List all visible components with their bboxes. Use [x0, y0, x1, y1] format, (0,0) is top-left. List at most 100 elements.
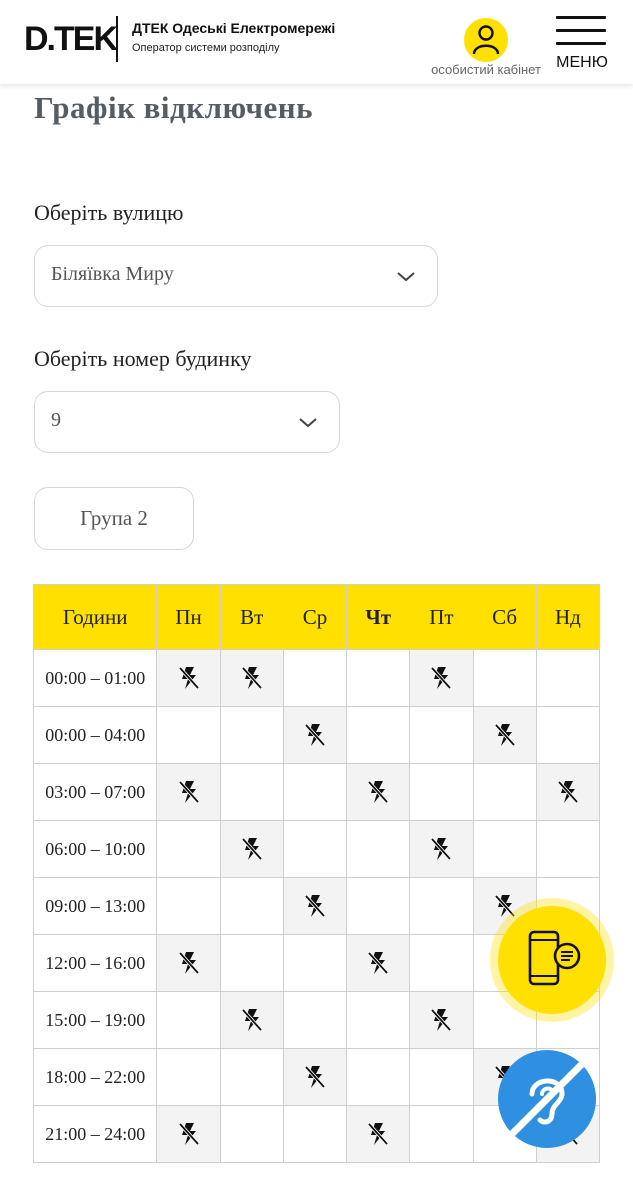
power-on-cell	[282, 763, 348, 821]
accessibility-button[interactable]	[498, 1050, 596, 1148]
no-power-icon	[241, 666, 263, 690]
no-power-icon	[430, 837, 452, 861]
time-slot-cell: 00:00 – 04:00	[32, 706, 158, 764]
street-label: Оберіть вулицю	[34, 200, 184, 225]
schedule-row: 03:00 – 07:00	[32, 763, 601, 821]
power-on-cell	[156, 820, 221, 878]
power-on-cell	[282, 649, 348, 707]
outage-cell	[282, 877, 348, 935]
no-power-icon	[367, 951, 389, 975]
no-power-icon	[367, 1122, 389, 1146]
power-on-cell	[282, 820, 348, 878]
no-power-icon	[367, 780, 389, 804]
time-slot-cell: 21:00 – 24:00	[32, 1105, 158, 1163]
house-label: Оберіть номер будинку	[34, 346, 252, 371]
logo-divider	[116, 16, 118, 62]
schedule-header-row: Години Пн Вт Ср Чт Пт Сб Нд	[32, 584, 601, 650]
power-on-cell	[219, 763, 284, 821]
no-power-icon	[178, 951, 200, 975]
power-on-cell	[219, 1048, 284, 1106]
power-on-cell	[282, 1105, 348, 1163]
outage-cell	[156, 763, 221, 821]
outage-cell	[219, 820, 284, 878]
no-power-icon	[304, 723, 326, 747]
time-slot-cell: 03:00 – 07:00	[32, 763, 158, 821]
power-on-cell	[472, 763, 537, 821]
power-on-cell	[219, 877, 284, 935]
power-on-cell	[346, 1048, 411, 1106]
no-power-icon	[241, 1008, 263, 1032]
time-slot-cell: 12:00 – 16:00	[32, 934, 158, 992]
day-header: Сб	[472, 584, 537, 650]
outage-cell	[156, 649, 221, 707]
menu-label: МЕНЮ	[556, 54, 608, 71]
no-power-icon	[430, 666, 452, 690]
outage-cell	[282, 706, 348, 764]
street-select[interactable]: Біляївка Миру	[34, 245, 438, 307]
time-slot-cell: 15:00 – 19:00	[32, 991, 158, 1049]
hamburger-line	[556, 29, 606, 32]
no-power-icon	[178, 666, 200, 690]
outage-cell	[346, 763, 411, 821]
no-power-icon	[178, 780, 200, 804]
power-on-cell	[346, 877, 411, 935]
power-on-cell	[219, 934, 284, 992]
personal-cabinet-button[interactable]: особистий кабінет	[418, 14, 554, 80]
page-title: Графік відключень	[34, 90, 313, 125]
no-power-icon	[241, 837, 263, 861]
day-header: Чт	[346, 584, 411, 650]
power-on-cell	[409, 877, 474, 935]
no-power-icon	[557, 780, 579, 804]
outage-cell	[156, 934, 221, 992]
power-on-cell	[409, 1105, 474, 1163]
power-on-cell	[282, 934, 348, 992]
no-power-icon	[304, 894, 326, 918]
outage-cell	[346, 934, 411, 992]
power-on-cell	[156, 1048, 221, 1106]
menu-button[interactable]: МЕНЮ	[552, 14, 612, 76]
power-on-cell	[472, 820, 537, 878]
outage-cell	[219, 991, 284, 1049]
day-header: Вт	[219, 584, 284, 650]
power-on-cell	[219, 706, 284, 764]
house-select[interactable]: 9	[34, 391, 340, 453]
user-icon	[464, 18, 508, 62]
outage-cell	[156, 1105, 221, 1163]
chevron-down-icon	[397, 272, 415, 282]
time-slot-cell: 09:00 – 13:00	[32, 877, 158, 935]
outage-cell	[409, 991, 474, 1049]
schedule-row: 00:00 – 04:00	[32, 706, 601, 764]
power-on-cell	[219, 1105, 284, 1163]
house-select-value: 9	[51, 409, 61, 431]
chat-support-button[interactable]	[498, 906, 606, 1014]
group-button[interactable]: Група 2	[34, 487, 194, 550]
power-on-cell	[346, 649, 411, 707]
power-on-cell	[156, 991, 221, 1049]
street-select-value: Біляївка Миру	[51, 263, 174, 285]
phone-chat-icon	[528, 930, 581, 986]
no-power-icon	[494, 894, 516, 918]
hearing-impaired-icon	[505, 1057, 589, 1141]
power-on-cell	[346, 820, 411, 878]
hamburger-line	[556, 42, 606, 45]
power-on-cell	[409, 934, 474, 992]
power-on-cell	[282, 991, 348, 1049]
power-on-cell	[535, 820, 601, 878]
company-subtitle: Оператор системи розподілу	[132, 42, 280, 54]
dtek-logo[interactable]: D.TEK	[24, 20, 118, 58]
schedule-row: 15:00 – 19:00	[32, 991, 601, 1049]
power-on-cell	[535, 706, 601, 764]
power-on-cell	[156, 877, 221, 935]
no-power-icon	[304, 1065, 326, 1089]
hours-column-header: Години	[32, 584, 158, 650]
schedule-row: 00:00 – 01:00	[32, 649, 601, 707]
power-on-cell	[156, 706, 221, 764]
time-slot-cell: 06:00 – 10:00	[32, 820, 158, 878]
outage-cell	[409, 820, 474, 878]
outage-cell	[472, 706, 537, 764]
outage-cell	[346, 1105, 411, 1163]
time-slot-cell: 00:00 – 01:00	[32, 649, 158, 707]
day-header: Пн	[156, 584, 221, 650]
chevron-down-icon	[299, 418, 317, 428]
schedule-row: 06:00 – 10:00	[32, 820, 601, 878]
